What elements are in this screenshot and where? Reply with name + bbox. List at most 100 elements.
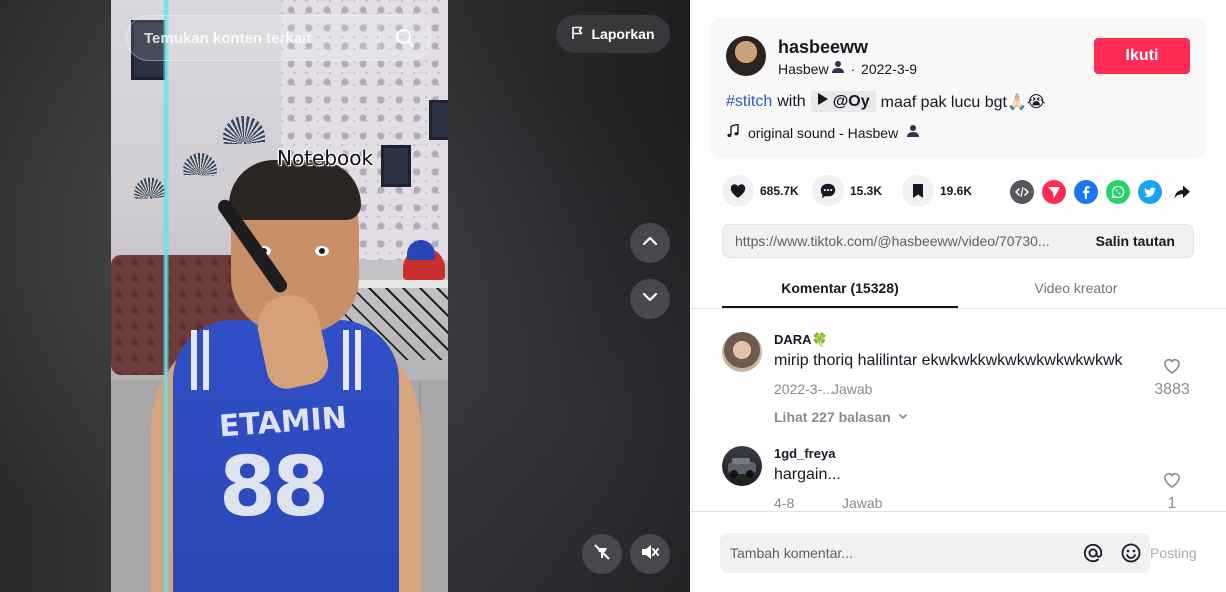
composer-divider bbox=[690, 511, 1226, 512]
send-to-friends-icon[interactable] bbox=[1042, 180, 1066, 204]
view-replies-button[interactable]: Lihat 227 balasan bbox=[774, 409, 909, 425]
comment-date: 4-8 bbox=[774, 495, 795, 511]
mention-label: @Oy bbox=[832, 92, 870, 110]
author-username[interactable]: hasbeeww bbox=[778, 37, 868, 58]
volume-muted-icon bbox=[640, 542, 660, 567]
action-bar: 685.7K 15.3K 19.6K bbox=[722, 175, 1192, 209]
video-frame[interactable]: ETAMIN 88 Notebook bbox=[111, 0, 448, 592]
author-avatar[interactable] bbox=[726, 36, 766, 76]
share-arrow-icon[interactable] bbox=[1170, 180, 1194, 204]
copy-link-button[interactable]: Salin tautan bbox=[1078, 233, 1193, 249]
shirt-stripe bbox=[343, 330, 349, 390]
video-overlay-text: Notebook bbox=[277, 146, 374, 170]
comment-input[interactable]: Tambah komentar... bbox=[720, 533, 1150, 573]
like-count: 685.7K bbox=[760, 184, 799, 198]
at-mention-icon[interactable] bbox=[1074, 533, 1112, 573]
video-player[interactable]: ETAMIN 88 Notebook Temukan konten terkai… bbox=[0, 0, 690, 592]
report-label: Laporkan bbox=[591, 26, 655, 42]
post-comment-button[interactable]: Posting bbox=[1150, 545, 1197, 561]
music-label: original sound - Hasbew bbox=[748, 124, 899, 141]
comment-like-count: 3883 bbox=[1154, 381, 1190, 398]
panel-tabs: Komentar (15328) Video kreator bbox=[722, 270, 1194, 308]
follow-button[interactable]: Ikuti bbox=[1094, 38, 1190, 74]
with-text: with bbox=[777, 92, 806, 110]
post-date: 2022-3-9 bbox=[861, 60, 918, 77]
view-replies-label: Lihat 227 balasan bbox=[774, 409, 891, 425]
comment-list[interactable]: DARA🍀 mirip thoriq halilintar ekwkwkkwkw… bbox=[690, 309, 1226, 511]
emoji-icon[interactable] bbox=[1112, 533, 1150, 573]
stitch-mention-chip[interactable]: @Oy bbox=[810, 91, 876, 112]
twitter-icon[interactable] bbox=[1138, 180, 1162, 204]
comment-like-count: 1 bbox=[1167, 495, 1177, 511]
reply-button[interactable]: Jawab bbox=[832, 381, 872, 397]
next-video-button[interactable] bbox=[630, 279, 670, 319]
commenter-avatar[interactable] bbox=[722, 446, 762, 486]
tab-creator-videos[interactable]: Video kreator bbox=[958, 270, 1194, 308]
blue-cap bbox=[407, 240, 435, 260]
person-eye bbox=[315, 246, 329, 256]
related-content-search[interactable]: Temukan konten terkait bbox=[126, 15, 431, 61]
hashtag-link[interactable]: #stitch bbox=[726, 93, 772, 111]
flag-icon bbox=[571, 26, 585, 43]
chevron-down-icon bbox=[897, 409, 909, 425]
comment-action[interactable]: 15.3K bbox=[812, 175, 882, 207]
wall-fan-decor bbox=[223, 116, 265, 144]
mute-button[interactable] bbox=[630, 534, 670, 574]
chevron-up-icon bbox=[640, 231, 660, 256]
share-link-box: https://www.tiktok.com/@hasbeeww/video/7… bbox=[722, 224, 1194, 258]
comment-placeholder: Tambah komentar... bbox=[730, 545, 853, 561]
tab-comments[interactable]: Komentar (15328) bbox=[722, 270, 958, 308]
chevron-down-icon bbox=[640, 287, 660, 312]
wall-fan-decor bbox=[183, 152, 217, 176]
heart-icon[interactable] bbox=[722, 175, 754, 207]
video-description: #stitch with @Oy maaf pak lucu bgt🙏🏻😭 bbox=[726, 91, 1046, 112]
like-action[interactable]: 685.7K bbox=[722, 175, 799, 207]
author-info-card: hasbeeww Hasbew · 2022-3-9 Ikuti #stitch… bbox=[710, 18, 1206, 159]
comment-date: 2022-3-... bbox=[774, 381, 834, 397]
meta-separator: · bbox=[846, 60, 860, 77]
shirt-number: 88 bbox=[219, 440, 329, 535]
comment-bubble-icon[interactable] bbox=[812, 175, 844, 207]
wall-photo bbox=[381, 145, 411, 187]
search-icon[interactable] bbox=[380, 15, 430, 61]
author-meta: Hasbew · 2022-3-9 bbox=[778, 60, 917, 77]
shirt-stripe bbox=[355, 330, 361, 390]
wall-photo bbox=[429, 100, 448, 140]
cyan-light-streak bbox=[163, 0, 169, 592]
bookmark-icon[interactable] bbox=[902, 175, 934, 207]
details-panel: hasbeeww Hasbew · 2022-3-9 Ikuti #stitch… bbox=[690, 0, 1226, 592]
search-placeholder: Temukan konten terkait bbox=[144, 29, 312, 47]
commenter-username[interactable]: 1gd_freya bbox=[774, 446, 835, 461]
floating-player-button[interactable] bbox=[582, 534, 622, 574]
reply-button[interactable]: Jawab bbox=[842, 495, 882, 511]
save-count: 19.6K bbox=[940, 184, 973, 198]
music-info[interactable]: original sound - Hasbew bbox=[726, 123, 920, 141]
caption-text: maaf pak lucu bgt🙏🏻😭 bbox=[880, 93, 1046, 111]
report-button[interactable]: Laporkan bbox=[556, 15, 670, 53]
wall-fan-decor bbox=[134, 177, 166, 199]
whatsapp-icon[interactable] bbox=[1106, 180, 1130, 204]
commenter-avatar[interactable] bbox=[722, 332, 762, 372]
author-nickname: Hasbew bbox=[778, 60, 829, 77]
comment-text: hargain... bbox=[774, 466, 841, 483]
previous-video-button[interactable] bbox=[630, 223, 670, 263]
comment-text: mirip thoriq halilintar ekwkwkkwkwkwkwkw… bbox=[774, 352, 1123, 369]
embed-code-icon[interactable] bbox=[1010, 180, 1034, 204]
save-action[interactable]: 19.6K bbox=[902, 175, 972, 207]
comment-like-button[interactable]: 3883 bbox=[1152, 356, 1192, 399]
heart-outline-icon bbox=[1162, 472, 1182, 494]
commenter-username[interactable]: DARA🍀 bbox=[774, 332, 828, 348]
pip-off-icon bbox=[592, 542, 612, 567]
video-url[interactable]: https://www.tiktok.com/@hasbeeww/video/7… bbox=[723, 233, 1078, 249]
comment-item: 1gd_freya hargain... 4-8 Jawab 1 bbox=[722, 446, 1192, 511]
shirt-stripe bbox=[191, 330, 197, 390]
person-emoji-icon bbox=[906, 124, 920, 141]
shirt-stripe bbox=[203, 330, 209, 390]
heart-outline-icon bbox=[1162, 358, 1182, 380]
comment-like-button[interactable]: 1 bbox=[1152, 470, 1192, 511]
facebook-icon[interactable] bbox=[1074, 180, 1098, 204]
play-icon bbox=[817, 92, 829, 111]
music-note-icon bbox=[726, 123, 740, 141]
person-emoji-icon bbox=[831, 60, 845, 77]
comment-count: 15.3K bbox=[850, 184, 883, 198]
